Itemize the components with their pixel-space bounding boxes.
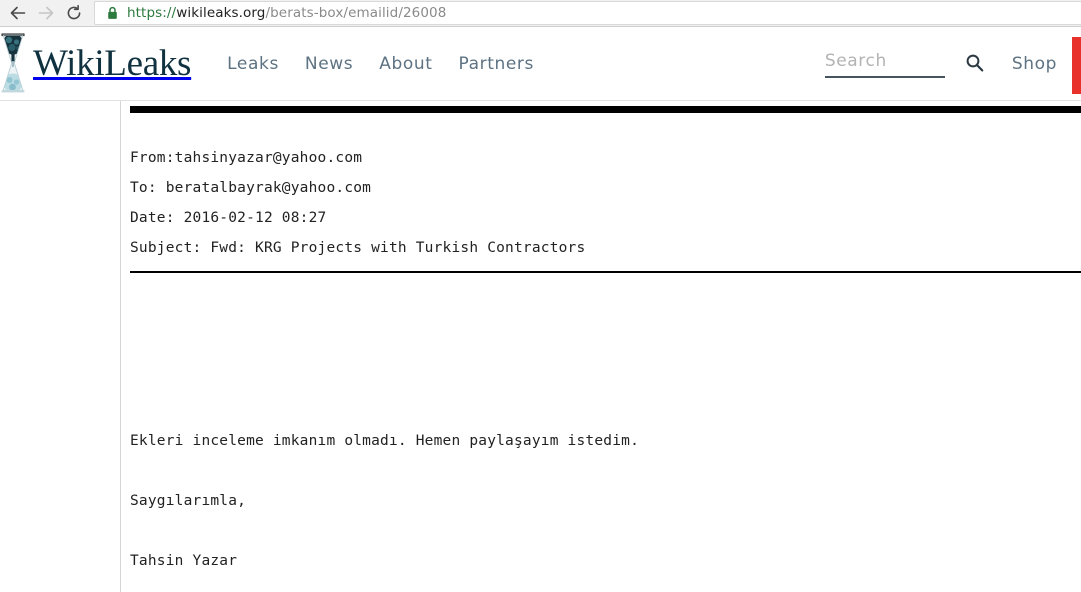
- header-body-separator: [130, 271, 1081, 273]
- site-header: WikiLeaks Leaks News About Partners Shop: [0, 27, 1081, 101]
- email-content-column: From:tahsinyazar@yahoo.com To: beratalba…: [130, 101, 1081, 592]
- main-navigation: Leaks News About Partners: [227, 54, 534, 74]
- nav-item-leaks[interactable]: Leaks: [227, 54, 279, 74]
- reload-button[interactable]: [60, 1, 88, 25]
- wikileaks-hourglass-logo-icon: [0, 33, 26, 95]
- email-to-line: To: beratalbayrak@yahoo.com: [130, 180, 372, 196]
- donate-bar[interactable]: [1072, 37, 1081, 94]
- email-body-blank-2: [130, 516, 1081, 546]
- email-header-block: From:tahsinyazar@yahoo.com To: beratalba…: [130, 143, 1081, 263]
- header-right-group: Shop: [824, 27, 1081, 100]
- nav-item-news[interactable]: News: [305, 54, 353, 74]
- search-field-wrapper: [824, 49, 945, 78]
- page-body: From:tahsinyazar@yahoo.com To: beratalba…: [0, 101, 1081, 592]
- wordmark: WikiLeaks: [33, 43, 192, 84]
- address-bar-url: https://wikileaks.org/berats-box/emailid…: [127, 5, 446, 21]
- brand-home-link[interactable]: WikiLeaks: [0, 33, 191, 95]
- url-host: wikileaks.org: [176, 5, 266, 21]
- email-body-line-2: Saygılarımla,: [130, 493, 247, 509]
- email-body-block: Ekleri inceleme imkanım olmadı. Hemen pa…: [130, 426, 1081, 576]
- search-icon: [965, 53, 984, 75]
- email-from-line: From:tahsinyazar@yahoo.com: [130, 150, 363, 166]
- nav-item-about[interactable]: About: [379, 54, 432, 74]
- email-subject-line: Subject: Fwd: KRG Projects with Turkish …: [130, 240, 586, 256]
- nav-item-shop[interactable]: Shop: [1012, 54, 1057, 74]
- padlock-secure-icon: [107, 6, 118, 20]
- back-arrow-icon: [9, 4, 27, 22]
- email-body-line-3: Tahsin Yazar: [130, 553, 238, 569]
- reload-icon: [65, 4, 83, 22]
- email-date-line: Date: 2016-02-12 08:27: [130, 210, 327, 226]
- search-submit-button[interactable]: [965, 53, 984, 75]
- top-black-bar: [130, 106, 1081, 113]
- url-scheme: https://: [127, 5, 177, 21]
- browser-chrome: https://wikileaks.org/berats-box/emailid…: [0, 0, 1081, 27]
- sidebar-divider: [120, 101, 121, 592]
- forward-button[interactable]: [32, 1, 60, 25]
- back-button[interactable]: [4, 1, 32, 25]
- email-body-blank-1: [130, 456, 1081, 486]
- forward-arrow-icon: [37, 4, 55, 22]
- address-bar[interactable]: https://wikileaks.org/berats-box/emailid…: [94, 1, 1081, 25]
- url-path: /berats-box/emailid/26008: [265, 5, 447, 21]
- email-body-line-1: Ekleri inceleme imkanım olmadı. Hemen pa…: [130, 433, 639, 449]
- nav-item-partners[interactable]: Partners: [459, 54, 534, 74]
- search-input[interactable]: [824, 49, 945, 78]
- browser-nav-buttons: [0, 1, 88, 25]
